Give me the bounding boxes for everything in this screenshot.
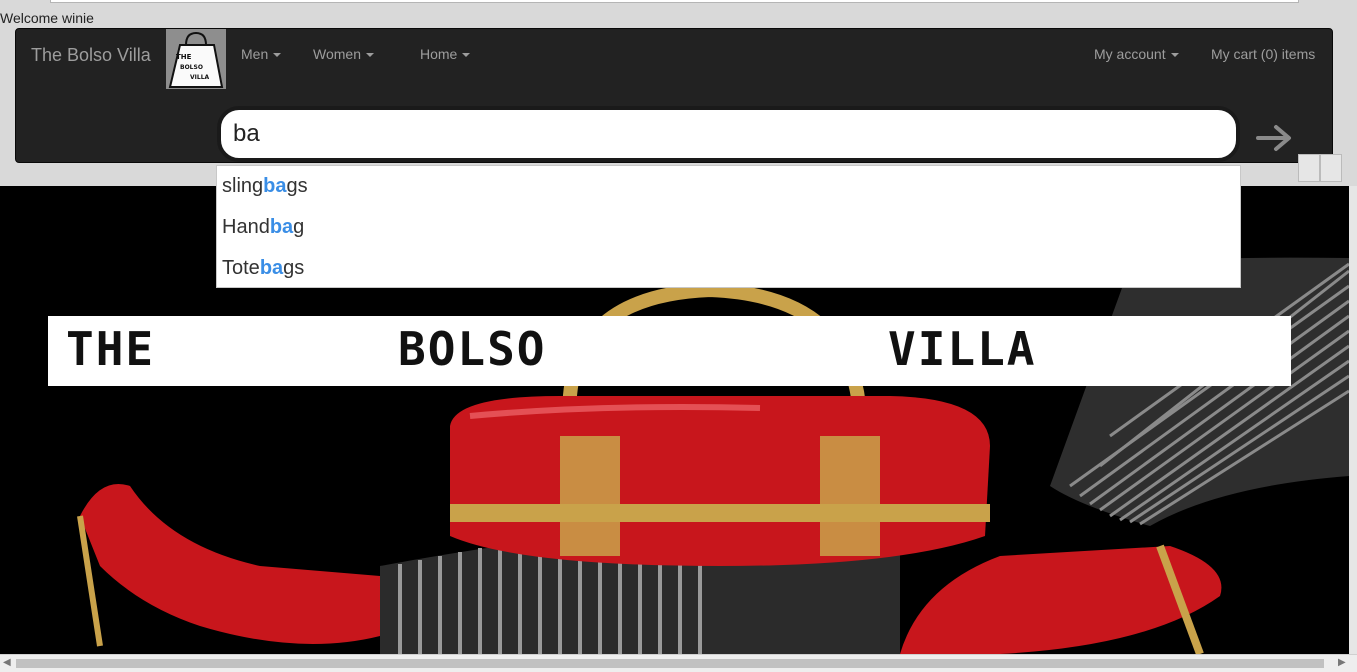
caret-down-icon (462, 53, 471, 58)
suggestion-item[interactable]: Totebags (222, 257, 304, 280)
svg-text:THE: THE (176, 53, 192, 61)
scrollbar-thumb[interactable] (16, 659, 1324, 668)
svg-text:BOLSO: BOLSO (180, 64, 203, 71)
brand-link[interactable]: The Bolso Villa (31, 45, 151, 66)
welcome-message: Welcome winie (0, 10, 94, 26)
hero-banner-logo: THE BOLSO VILLA (48, 316, 1291, 386)
top-url-field[interactable] (50, 0, 1299, 3)
svg-text:VILLA: VILLA (190, 74, 210, 81)
nav-home-dropdown[interactable]: Home (420, 46, 471, 62)
shopping-bag-logo-icon: THE BOLSO VILLA (166, 29, 226, 89)
scroll-right-icon[interactable]: ▶ (1338, 657, 1346, 668)
nav-men-dropdown[interactable]: Men (241, 46, 282, 62)
caret-down-icon (1170, 53, 1179, 58)
search-submit-button[interactable] (1254, 120, 1296, 156)
vertical-scrollbar[interactable] (1349, 186, 1357, 654)
carousel-next-button[interactable] (1320, 154, 1342, 182)
scroll-left-icon[interactable]: ◀ (3, 657, 11, 668)
suggestion-item[interactable]: slingbags (222, 175, 308, 198)
caret-down-icon (365, 53, 374, 58)
nav-my-cart-link[interactable]: My cart (0) items (1211, 46, 1315, 62)
nav-women-dropdown[interactable]: Women (313, 46, 374, 62)
nav-my-account-dropdown[interactable]: My account (1094, 46, 1179, 62)
logo-image[interactable]: THE BOLSO VILLA (166, 29, 226, 89)
carousel-prev-button[interactable] (1298, 154, 1320, 182)
search-input[interactable] (217, 106, 1240, 162)
suggestion-item[interactable]: Handbag (222, 216, 304, 239)
caret-down-icon (273, 53, 282, 58)
search-suggestions-dropdown: slingbags Handbag Totebags (216, 165, 1241, 288)
arrow-right-icon (1256, 125, 1291, 151)
horizontal-scrollbar[interactable]: ◀ ▶ (0, 654, 1357, 672)
